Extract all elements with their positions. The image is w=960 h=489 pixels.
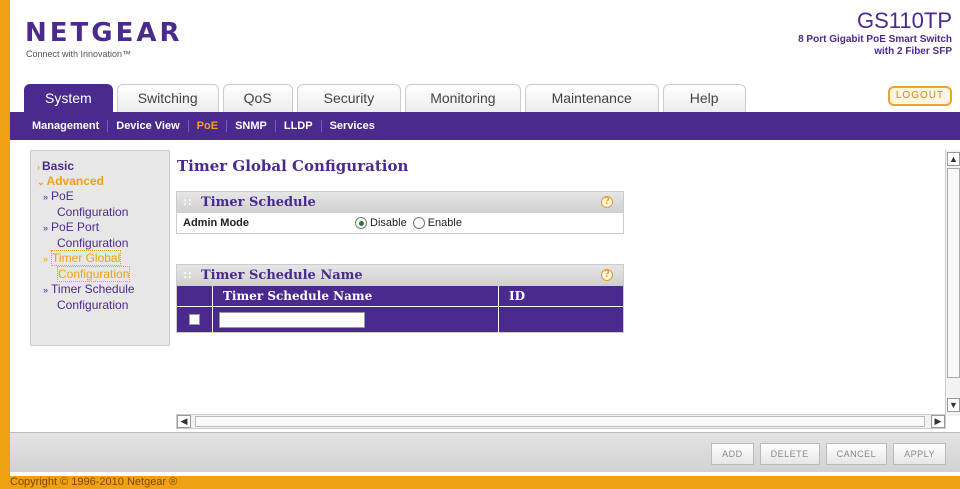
- tab-help[interactable]: Help: [662, 84, 746, 112]
- chevron-right-icon: ›: [37, 162, 40, 172]
- column-header-id: ID: [509, 289, 526, 303]
- logout-button[interactable]: LOGOUT: [888, 86, 952, 106]
- radio-label: Enable: [427, 217, 462, 229]
- admin-mode-label: Admin Mode: [183, 217, 249, 229]
- panel-title: Timer Schedule: [201, 195, 316, 210]
- tab-monitoring[interactable]: Monitoring: [405, 84, 521, 112]
- nav-item-label: PoE Port: [51, 220, 100, 234]
- scroll-down-icon[interactable]: ▼: [947, 398, 960, 412]
- bullet-icon: »: [43, 254, 49, 264]
- timer-schedule-panel: ∷ Timer Schedule ? Admin Mode Disable En…: [176, 191, 624, 234]
- radio-checked-icon: [355, 217, 367, 229]
- column-header-name: Timer Schedule Name: [213, 286, 499, 306]
- action-bar: ADD DELETE CANCEL APPLY: [10, 432, 960, 472]
- tab-security[interactable]: Security: [296, 84, 402, 112]
- nav-item-label: Configuration: [57, 298, 129, 312]
- page-title: Timer Global Configuration: [177, 157, 409, 175]
- tab-qos[interactable]: QoS: [222, 84, 293, 112]
- row-checkbox[interactable]: [189, 314, 200, 325]
- apply-button[interactable]: APPLY: [893, 443, 946, 465]
- admin-mode-disable-radio[interactable]: Disable: [355, 217, 407, 229]
- nav-item-label: PoE: [51, 189, 74, 203]
- action-buttons: ADD DELETE CANCEL APPLY: [705, 443, 946, 465]
- submenu-poe[interactable]: PoE: [189, 120, 228, 132]
- cancel-button[interactable]: CANCEL: [825, 443, 888, 465]
- panel-title: Timer Schedule Name: [201, 268, 363, 283]
- submenu-lldp[interactable]: LLDP: [276, 120, 322, 132]
- grip-icon: ∷: [184, 196, 191, 209]
- tab-switching[interactable]: Switching: [116, 84, 219, 112]
- nav-item-label: Configuration: [57, 205, 129, 219]
- panel-header: ∷ Timer Schedule ?: [177, 192, 623, 213]
- scroll-left-icon[interactable]: ◀: [177, 415, 191, 428]
- nav-basic-label: Basic: [42, 159, 75, 173]
- nav-basic[interactable]: › Basic: [37, 159, 169, 174]
- model-desc-2: with 2 Fiber SFP: [874, 46, 952, 57]
- nav-timer-global-configuration[interactable]: » Timer Global Configuration: [37, 250, 169, 282]
- row-select-cell: [177, 306, 213, 333]
- nav-item-label: Configuration: [57, 266, 131, 282]
- tagline: Connect with Innovation™: [26, 49, 132, 59]
- scroll-right-icon[interactable]: ▶: [931, 415, 945, 428]
- nav-advanced-label: Advanced: [46, 174, 104, 188]
- netgear-logo: NETGEAR: [25, 18, 183, 48]
- table-row: [177, 306, 623, 333]
- name-cell: [213, 306, 499, 333]
- chevron-down-icon: ⌄: [37, 177, 45, 187]
- add-button[interactable]: ADD: [711, 443, 754, 465]
- scroll-thumb[interactable]: [947, 168, 960, 378]
- scroll-up-icon[interactable]: ▲: [947, 152, 960, 166]
- model-name: GS110TP: [857, 8, 952, 33]
- vertical-scrollbar[interactable]: ▲ ▼: [945, 150, 960, 416]
- tab-system[interactable]: System: [24, 84, 113, 112]
- bullet-icon: »: [43, 223, 49, 233]
- table-header: Timer Schedule Name ID: [177, 286, 623, 306]
- submenu-snmp[interactable]: SNMP: [227, 120, 276, 132]
- admin-mode-row: Admin Mode Disable Enable: [177, 213, 623, 233]
- nav-timer-schedule-configuration[interactable]: » Timer Schedule Configuration: [37, 282, 169, 313]
- model-info: GS110TP 8 Port Gigabit PoE Smart Switch …: [798, 8, 952, 58]
- horizontal-scrollbar[interactable]: ◀ ▶: [176, 414, 946, 429]
- submenu-management[interactable]: Management: [24, 120, 109, 132]
- nav-item-label: Configuration: [57, 236, 129, 250]
- submenu-bar: Management Device View PoE SNMP LLDP Ser…: [10, 112, 960, 140]
- help-icon[interactable]: ?: [601, 269, 613, 281]
- timer-schedule-name-input[interactable]: [219, 311, 365, 328]
- scroll-thumb[interactable]: [195, 416, 925, 427]
- panel-header: ∷ Timer Schedule Name ?: [177, 265, 623, 286]
- bullet-icon: »: [43, 285, 49, 295]
- copyright: Copyright © 1996-2010 Netgear ®: [10, 476, 178, 488]
- select-column-header: [177, 286, 213, 306]
- main-tabs: System Switching QoS Security Monitoring…: [24, 84, 750, 112]
- nav-advanced[interactable]: ⌄ Advanced: [37, 174, 169, 189]
- model-desc-1: 8 Port Gigabit PoE Smart Switch: [798, 34, 952, 45]
- timer-schedule-name-panel: ∷ Timer Schedule Name ? Timer Schedule N…: [176, 264, 624, 333]
- submenu-services[interactable]: Services: [322, 120, 383, 132]
- nav-poe-configuration[interactable]: » PoE Configuration: [37, 189, 169, 220]
- tab-maintenance[interactable]: Maintenance: [524, 84, 659, 112]
- submenu-device-view[interactable]: Device View: [108, 120, 189, 132]
- delete-button[interactable]: DELETE: [759, 443, 820, 465]
- radio-unchecked-icon: [412, 217, 425, 229]
- nav-poe-port-configuration[interactable]: » PoE Port Configuration: [37, 220, 169, 251]
- nav-item-label: Timer Global: [51, 250, 122, 266]
- bullet-icon: »: [43, 192, 49, 202]
- help-icon[interactable]: ?: [601, 196, 613, 208]
- left-nav: › Basic ⌄ Advanced » PoE Configuration » PoE …: [30, 150, 170, 346]
- nav-item-label: Timer Schedule: [51, 282, 135, 296]
- radio-label: Disable: [370, 217, 407, 229]
- grip-icon: ∷: [184, 269, 191, 282]
- admin-mode-enable-radio[interactable]: Enable: [412, 217, 462, 229]
